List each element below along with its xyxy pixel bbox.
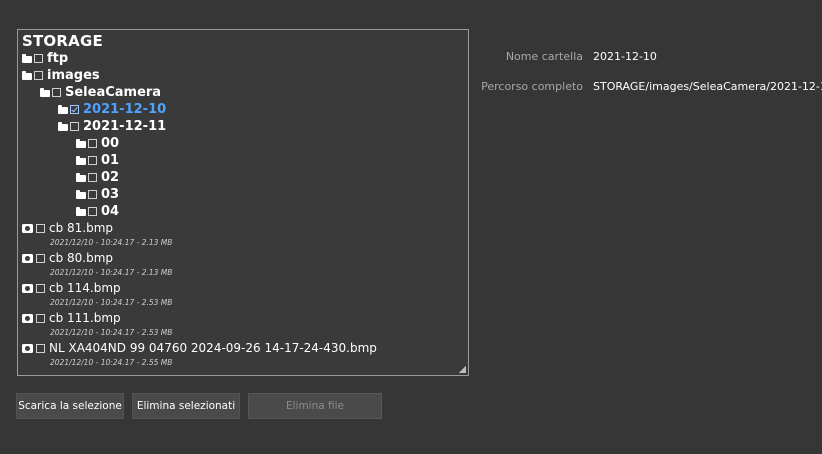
folder-checkbox[interactable]: [70, 105, 79, 114]
tree-folder-item[interactable]: images: [22, 67, 468, 84]
resize-grip-icon[interactable]: [459, 366, 466, 373]
folder-label[interactable]: 01: [101, 153, 119, 168]
folder-icon: [76, 155, 86, 165]
folder-icon: [76, 172, 86, 182]
file-checkbox[interactable]: [36, 343, 45, 353]
full-path-label: Percorso completo: [481, 80, 583, 93]
folder-label[interactable]: SeleaCamera: [65, 85, 161, 100]
tree-file-item[interactable]: cb 111.bmp: [22, 310, 468, 326]
folder-checkbox[interactable]: [52, 88, 61, 97]
file-name[interactable]: cb 81.bmp: [49, 221, 113, 235]
camera-icon: [22, 253, 33, 263]
tree-folder-item[interactable]: 02: [22, 169, 468, 186]
folder-checkbox[interactable]: [34, 71, 43, 80]
folder-name-label: Nome cartella: [505, 50, 583, 63]
file-meta: 2021/12/10 - 10:24.17 - 2.13 MB: [50, 238, 173, 247]
folder-checkbox[interactable]: [88, 139, 97, 148]
folder-label[interactable]: 03: [101, 187, 119, 202]
folder-name-value: 2021-12-10: [593, 50, 657, 63]
folder-label[interactable]: 02: [101, 170, 119, 185]
file-meta: 2021/12/10 - 10:24.17 - 2.53 MB: [50, 298, 173, 307]
folder-label[interactable]: 04: [101, 204, 119, 219]
file-tree: STORAGE ftp images SeleaCamera 2021-12-10 20…: [22, 32, 468, 375]
folder-icon: [76, 138, 86, 148]
camera-icon: [22, 343, 33, 353]
camera-icon: [22, 223, 33, 233]
folder-icon: [76, 189, 86, 199]
tree-file-item[interactable]: cb 80.bmp: [22, 250, 468, 266]
file-meta: 2021/12/10 - 10:24.17 - 2.13 MB: [50, 268, 173, 277]
folder-checkbox[interactable]: [70, 122, 79, 131]
tree-folder-item[interactable]: 00: [22, 135, 468, 152]
tree-root-label: STORAGE: [22, 32, 103, 50]
folder-label[interactable]: 2021-12-11: [83, 119, 166, 134]
folder-checkbox[interactable]: [88, 173, 97, 182]
tree-folder-item[interactable]: 01: [22, 152, 468, 169]
tree-folder-item[interactable]: 2021-12-11: [22, 118, 468, 135]
file-checkbox[interactable]: [36, 253, 45, 263]
delete-selected-button[interactable]: Elimina selezionati: [132, 393, 240, 419]
folder-icon: [58, 121, 68, 131]
file-meta: 2021/12/10 - 10:24.17 - 2.53 MB: [50, 328, 173, 337]
tree-file-item[interactable]: cb 114.bmp: [22, 280, 468, 296]
camera-icon: [22, 283, 33, 293]
folder-icon: [76, 206, 86, 216]
tree-folder-item[interactable]: 03: [22, 186, 468, 203]
folder-checkbox[interactable]: [88, 207, 97, 216]
delete-file-button[interactable]: Elimina file: [248, 393, 382, 419]
folder-icon: [22, 53, 32, 63]
file-name[interactable]: cb 80.bmp: [49, 251, 113, 265]
file-checkbox[interactable]: [36, 283, 45, 293]
folder-label[interactable]: 00: [101, 136, 119, 151]
folder-checkbox[interactable]: [88, 190, 97, 199]
camera-icon: [22, 313, 33, 323]
folder-icon: [40, 87, 50, 97]
tree-file-item[interactable]: NL XA404ND 99 04760 2024-09-26 14-17-24-…: [22, 340, 468, 356]
file-name[interactable]: cb 111.bmp: [49, 311, 121, 325]
tree-folder-item[interactable]: SeleaCamera: [22, 84, 468, 101]
file-name[interactable]: cb 114.bmp: [49, 281, 121, 295]
download-selection-button[interactable]: Scarica la selezione: [16, 393, 124, 419]
file-name[interactable]: NL XA404ND 99 04760 2024-09-26 14-17-24-…: [49, 341, 377, 355]
page: STORAGE ftp images SeleaCamera 2021-12-10 20…: [8, 10, 822, 454]
tree-file-item[interactable]: cb 81.bmp: [22, 220, 468, 236]
folder-label[interactable]: 2021-12-10: [83, 102, 166, 117]
file-checkbox[interactable]: [36, 223, 45, 233]
tree-folder-item[interactable]: 04: [22, 203, 468, 220]
folder-icon: [58, 104, 68, 114]
folder-checkbox[interactable]: [34, 54, 43, 63]
file-checkbox[interactable]: [36, 313, 45, 323]
file-meta: 2021/12/10 - 10:24.17 - 2.55 MB: [50, 358, 173, 367]
file-tree-panel[interactable]: STORAGE ftp images SeleaCamera 2021-12-10 20…: [17, 29, 469, 376]
folder-checkbox[interactable]: [88, 156, 97, 165]
folder-icon: [22, 70, 32, 80]
folder-label[interactable]: ftp: [47, 51, 68, 66]
folder-label[interactable]: images: [47, 68, 100, 83]
tree-folder-item[interactable]: ftp: [22, 50, 468, 67]
tree-folder-item[interactable]: 2021-12-10: [22, 101, 468, 118]
full-path-value: STORAGE/images/SeleaCamera/2021-12-10: [593, 80, 822, 93]
